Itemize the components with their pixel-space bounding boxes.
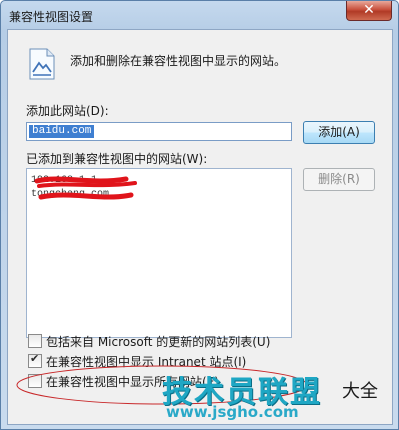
include-microsoft-list-checkbox[interactable] — [28, 334, 42, 348]
compatibility-view-dialog: 兼容性视图设置 ✕ 添加和删除在兼容性视图中显示的网站。 添加此网站(D): b… — [0, 0, 399, 430]
dialog-body: 添加和删除在兼容性视图中显示的网站。 添加此网站(D): baidu.com 添… — [7, 29, 393, 425]
watermark-url: www.jsgho.com — [166, 403, 299, 421]
site-watermark: 技术员联盟 www.jsgho.com 大全 — [162, 367, 392, 425]
window-title: 兼容性视图设置 — [9, 10, 94, 24]
webpage-image-icon — [29, 48, 55, 80]
close-icon: ✕ — [363, 2, 375, 18]
close-button[interactable]: ✕ — [346, 1, 392, 21]
include-microsoft-list-label: 包括来自 Microsoft 的更新的网站列表(U) — [46, 335, 271, 349]
add-site-input-value: baidu.com — [29, 125, 95, 138]
add-site-input[interactable]: baidu.com — [26, 122, 292, 141]
add-site-label: 添加此网站(D): — [26, 104, 109, 118]
redaction-scribble — [34, 176, 137, 200]
added-sites-list[interactable]: 192.168.1.1 tongcheng.com — [26, 168, 292, 338]
watermark-suffix: 大全 — [342, 381, 378, 402]
remove-button[interactable]: 删除(R) — [303, 168, 375, 191]
added-sites-label: 已添加到兼容性视图中的网站(W): — [26, 152, 208, 166]
add-button[interactable]: 添加(A) — [303, 121, 375, 144]
title-bar: 兼容性视图设置 ✕ — [1, 1, 398, 29]
dialog-description: 添加和删除在兼容性视图中显示的网站。 — [70, 54, 287, 68]
